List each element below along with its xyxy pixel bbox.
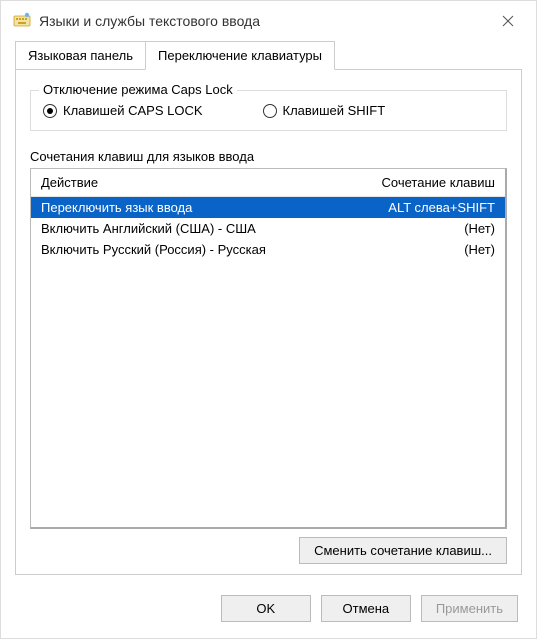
tab-keyboard-switching[interactable]: Переключение клавиатуры <box>145 41 335 70</box>
hotkeys-listview[interactable]: Действие Сочетание клавиш Переключить яз… <box>30 168 507 529</box>
row-shortcut: (Нет) <box>345 221 495 236</box>
capslock-groupbox: Отключение режима Caps Lock Клавишей CAP… <box>30 90 507 131</box>
column-header-shortcut[interactable]: Сочетание клавиш <box>355 169 505 196</box>
ok-button[interactable]: OK <box>221 595 311 622</box>
apply-button[interactable]: Применить <box>421 595 518 622</box>
close-button[interactable] <box>492 5 524 37</box>
hotkeys-listview-wrap: Действие Сочетание клавиш Переключить яз… <box>30 168 507 564</box>
tab-content: Отключение режима Caps Lock Клавишей CAP… <box>15 69 522 575</box>
listview-body: Переключить язык ввода ALT слева+SHIFT В… <box>31 197 505 527</box>
hotkeys-section-label: Сочетания клавиш для языков ввода <box>30 149 507 164</box>
list-item[interactable]: Включить Английский (США) - США (Нет) <box>31 218 505 239</box>
window-title: Языки и службы текстового ввода <box>39 13 484 29</box>
capslock-legend: Отключение режима Caps Lock <box>39 82 237 97</box>
row-shortcut: ALT слева+SHIFT <box>345 200 495 215</box>
radio-capslock-label: Клавишей CAPS LOCK <box>63 103 203 118</box>
radio-shift-label: Клавишей SHIFT <box>283 103 386 118</box>
close-icon <box>502 15 514 27</box>
row-shortcut: (Нет) <box>345 242 495 257</box>
cancel-button[interactable]: Отмена <box>321 595 411 622</box>
list-item[interactable]: Переключить язык ввода ALT слева+SHIFT <box>31 197 505 218</box>
radio-icon <box>263 104 277 118</box>
dialog-window: Языки и службы текстового ввода Языковая… <box>0 0 537 639</box>
list-item[interactable]: Включить Русский (Россия) - Русская (Нет… <box>31 239 505 260</box>
radio-shift[interactable]: Клавишей SHIFT <box>263 103 386 118</box>
dialog-button-row: OK Отмена Применить <box>1 585 536 638</box>
row-action: Включить Русский (Россия) - Русская <box>41 242 345 257</box>
radio-icon <box>43 104 57 118</box>
listview-header: Действие Сочетание клавиш <box>31 169 505 197</box>
row-action: Переключить язык ввода <box>41 200 345 215</box>
titlebar: Языки и службы текстового ввода <box>1 1 536 41</box>
capslock-radio-row: Клавишей CAPS LOCK Клавишей SHIFT <box>43 103 494 118</box>
tab-language-bar[interactable]: Языковая панель <box>15 41 146 69</box>
radio-capslock[interactable]: Клавишей CAPS LOCK <box>43 103 203 118</box>
change-hotkey-button[interactable]: Сменить сочетание клавиш... <box>299 537 507 564</box>
tab-strip: Языковая панель Переключение клавиатуры <box>1 41 536 69</box>
row-action: Включить Английский (США) - США <box>41 221 345 236</box>
app-icon <box>13 12 31 30</box>
change-hotkey-row: Сменить сочетание клавиш... <box>30 537 507 564</box>
column-header-action[interactable]: Действие <box>31 169 355 196</box>
